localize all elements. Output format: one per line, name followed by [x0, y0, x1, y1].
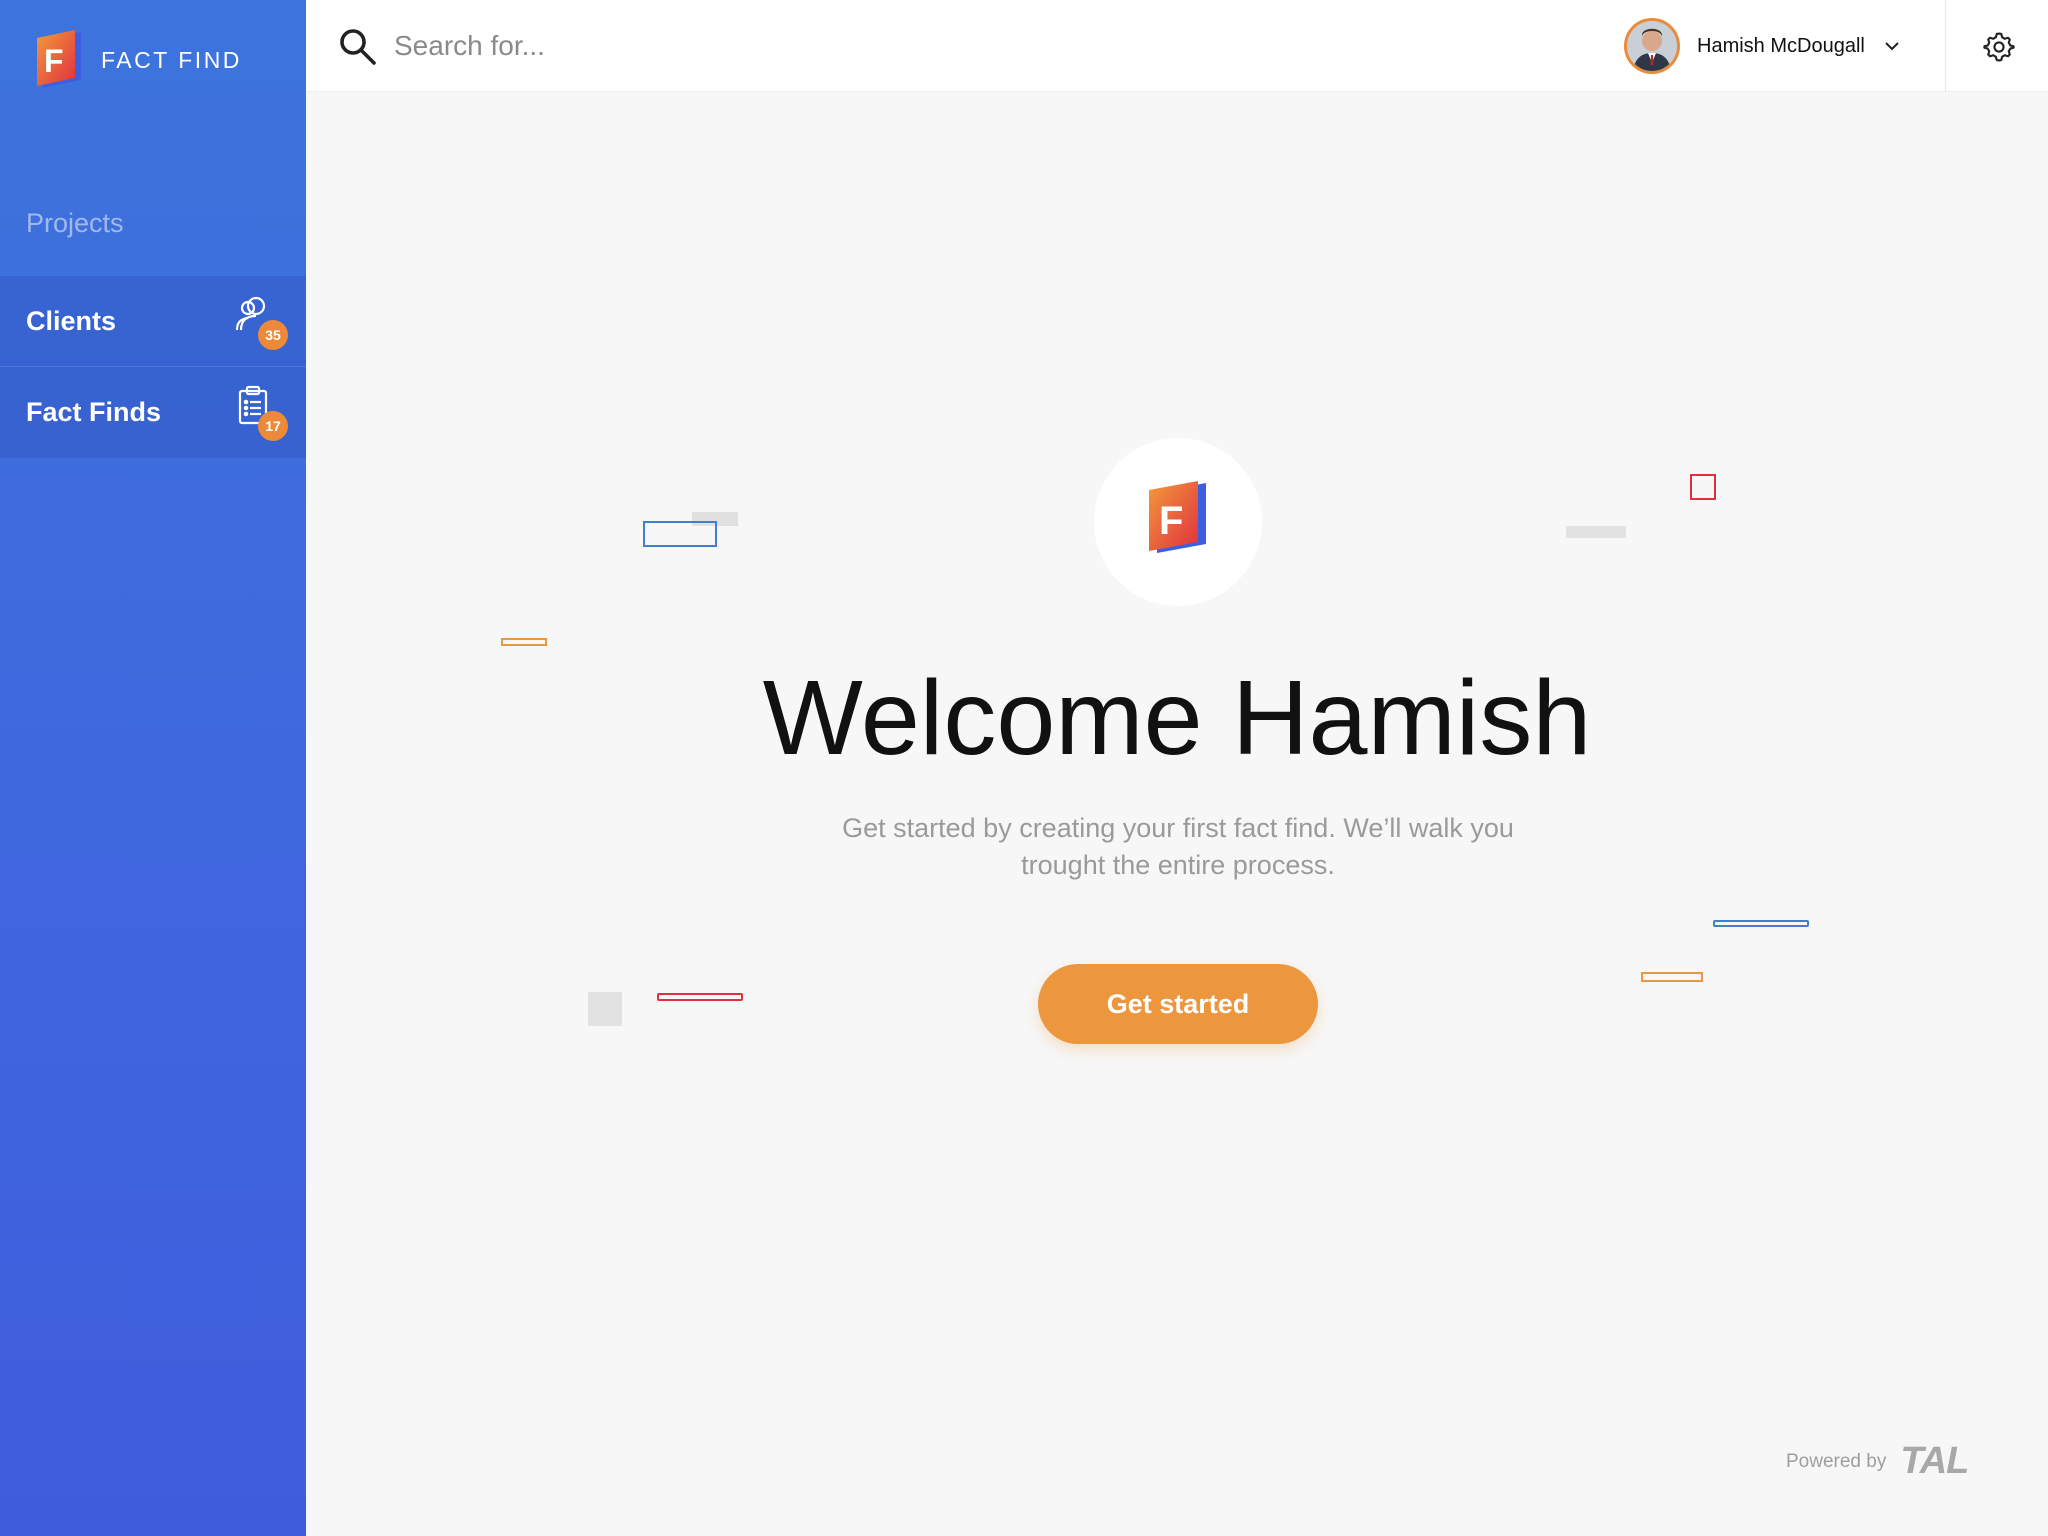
app-logo-icon: F: [35, 28, 85, 92]
decoration-orange-bar: [501, 638, 547, 646]
clients-count-badge: 35: [258, 320, 288, 350]
tal-logo: TAL: [1900, 1440, 1969, 1482]
brand[interactable]: F FACT FIND: [35, 28, 242, 92]
decoration-blue-bar: [1713, 920, 1809, 927]
sidebar-item-fact-finds[interactable]: Fact Finds 17: [0, 367, 306, 458]
powered-by: Powered by TAL: [1786, 1440, 1969, 1483]
main-logo: F: [1094, 438, 1262, 606]
user-menu[interactable]: Hamish McDougall: [1624, 18, 1901, 74]
welcome-subtitle: Get started by creating your first fact …: [842, 813, 1514, 880]
welcome-title: Welcome Hamish: [762, 659, 1592, 777]
nav-section-projects[interactable]: Projects: [26, 208, 124, 239]
avatar: [1624, 18, 1680, 74]
sidebar-item-clients[interactable]: Clients 35: [0, 276, 306, 367]
top-bar: Hamish McDougall: [306, 0, 2048, 92]
gear-icon[interactable]: [1982, 30, 2016, 64]
user-name: Hamish McDougall: [1697, 34, 1865, 57]
fact-finds-count-badge: 17: [258, 411, 288, 441]
decoration-red-bar: [657, 993, 743, 1001]
powered-by-label: Powered by: [1786, 1450, 1887, 1472]
app-logo-icon: F: [1149, 481, 1206, 553]
brand-letter: F: [44, 43, 64, 79]
brand-name: FACT FIND: [101, 46, 242, 73]
search-icon[interactable]: [338, 27, 378, 67]
decoration-gray-square: [588, 992, 622, 1026]
sidebar-item-label: Fact Finds: [26, 397, 162, 427]
sidebar: F FACT FIND Projects Clients 35 Fact Fin…: [0, 0, 306, 1536]
logo-letter: F: [1159, 499, 1183, 543]
decoration-orange-bar-right: [1641, 972, 1703, 982]
divider: [1945, 0, 1946, 92]
get-started-button[interactable]: Get started: [1038, 964, 1318, 1044]
sidebar-item-label: Clients: [26, 305, 117, 336]
decoration-blue-rect: [643, 521, 717, 547]
decoration-gray-bar-right: [1566, 526, 1626, 538]
decoration-red-square: [1690, 474, 1716, 500]
search-input[interactable]: [394, 22, 994, 70]
chevron-down-icon: [1883, 37, 1901, 55]
